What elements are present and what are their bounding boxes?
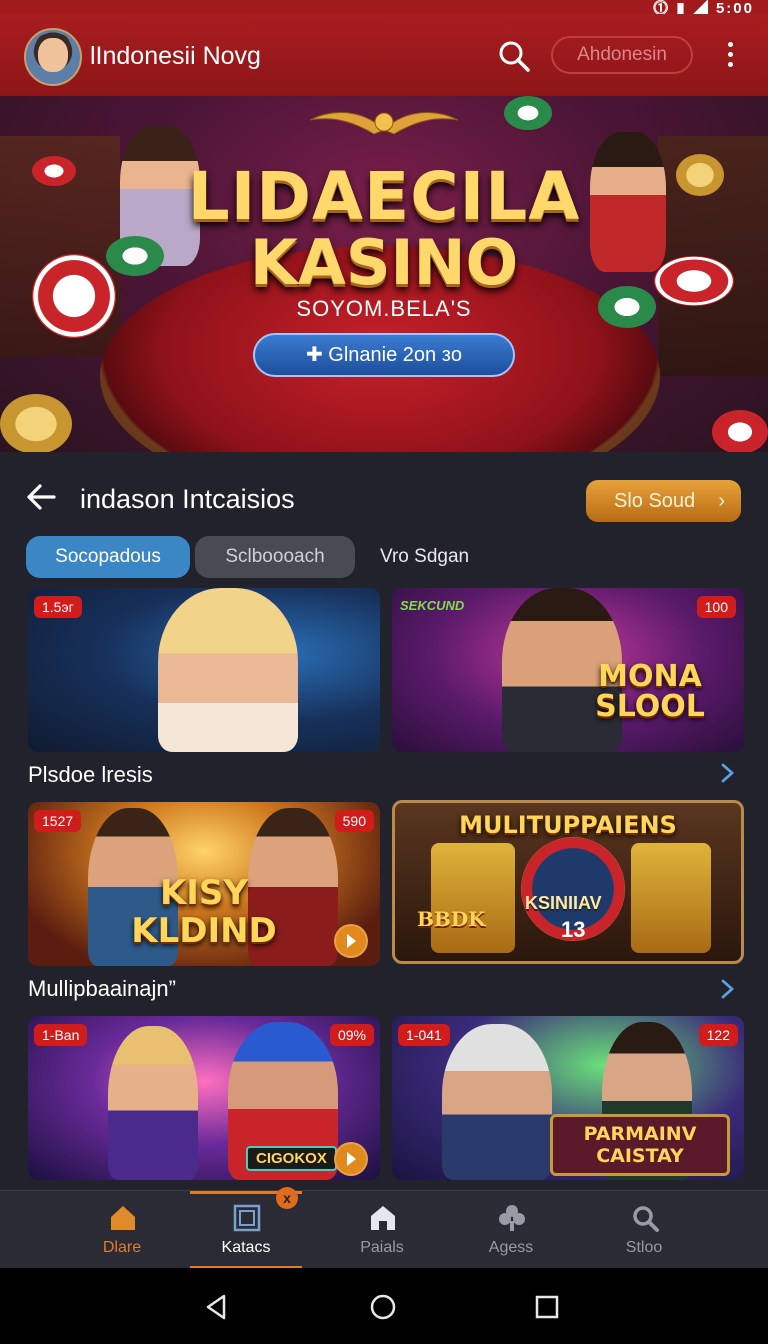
cta-plus-icon: ✚ [305,344,329,366]
nav-label: Dlare [102,1239,142,1256]
chip-image [504,96,552,130]
section-title: indason Intcaisios [80,484,295,514]
game-card[interactable]: 1-041 122 PARMAINV CAISTAY [392,1016,744,1180]
game-card-image [431,843,515,953]
chevron-right-icon[interactable] [716,762,738,784]
chevron-right-icon[interactable] [716,978,738,1000]
card-inner-text: BBDK [417,907,486,931]
nav-item-agess[interactable]: Agess [451,1191,571,1269]
home-circle-icon[interactable] [368,1292,398,1322]
game-card[interactable]: 1.5эг [28,588,380,752]
nav-label: Katacs [221,1239,271,1256]
clover-icon [499,1205,525,1231]
status-bar: ⓵ ▮ ◢ 5:00 [0,0,768,17]
hero-banner[interactable]: LIDAECILA KASINO SOYOM.BELA'S ✚ Glnanie … [0,96,768,452]
tab-sclboooach[interactable]: Sclboooach [195,536,355,578]
section-action-label: Slo Soud [614,490,696,512]
house-icon [371,1206,395,1230]
game-badge: 09% [329,1024,374,1046]
language-button[interactable]: Ahdonesin [551,36,693,74]
row-label: Plsdoe lresis [28,762,153,787]
nav-label: Stloo [625,1239,663,1256]
game-card-image [158,588,298,752]
game-card[interactable]: 1-Ban 09% CIGOKOX [28,1016,380,1180]
game-card-image [442,1024,552,1180]
system-nav-bar [0,1268,768,1344]
game-card-heading: MONA SLOOL [595,659,705,724]
section-header: indason Intcaisios Slo Soud › [0,470,768,530]
hero-cta-label: Glnanie 2on зo [328,344,463,366]
game-badge: 1527 [34,810,82,832]
game-badge: 1-041 [398,1024,450,1046]
game-badge: 100 [696,596,736,618]
tab-socopadous[interactable]: Socopadous [26,536,190,578]
game-badge: 590 [334,810,374,832]
game-card-image [631,843,711,953]
game-card[interactable]: MULITUPPAIENS BBDK KSINIIAV 13 [392,800,744,964]
game-card-heading: MULITUPPAIENS [459,811,677,839]
game-card-heading: CIGOKOX [246,1146,337,1171]
nav-item-stloo[interactable]: Stloo [584,1191,704,1269]
app-bar: lIndonesii Novg Ahdonesin [0,14,768,96]
row-label: Mullipbaainajn” [28,976,176,1001]
chevron-right-icon: › [718,490,725,512]
section-action-button[interactable]: Slo Soud › [586,480,741,522]
card-inner-text: KSINIIAV [525,893,602,913]
search-icon [633,1206,659,1232]
card-tag: SEKCUND [400,598,465,613]
play-icon[interactable] [334,1142,368,1176]
more-vert-icon[interactable] [720,42,740,72]
tab-vro-sdgan[interactable]: Vro Sdgan [380,536,510,578]
game-card[interactable]: SEKCUND 100 MONA SLOOL [392,588,744,752]
hero-title-line2: KASINO [249,226,519,299]
chip-image [712,410,768,452]
game-card[interactable]: 1527 590 KISY KLDIND [28,802,380,966]
nav-badge: x [276,1187,298,1209]
back-triangle-icon[interactable] [202,1292,232,1322]
game-badge: 122 [698,1024,738,1046]
square-icon [233,1204,261,1232]
card-inner-text: 13 [561,917,586,942]
back-arrow-icon[interactable] [24,480,58,514]
bottom-nav: Dlare Katacs x Paials Agess Stloo [0,1187,768,1269]
game-card-heading: KISY KLDIND [131,873,277,951]
home-icon [111,1206,135,1230]
nav-label: Agess [488,1239,534,1256]
recents-square-icon[interactable] [532,1292,562,1322]
nav-label: Paials [360,1239,404,1256]
game-badge: 1.5эг [34,596,82,618]
hero-cta-button[interactable]: ✚ Glnanie 2on зo [253,333,515,377]
app-title: lIndonesii Novg [90,42,261,70]
hero-title-line1: LIDAECILA [187,158,581,235]
nav-item-paials[interactable]: Paials [322,1191,442,1269]
game-card-image [108,1026,198,1180]
chip-image [0,394,72,452]
search-icon[interactable] [496,38,532,74]
game-card-heading: PARMAINV CAISTAY [550,1114,730,1176]
avatar[interactable] [24,28,82,86]
game-badge: 1-Ban [34,1024,88,1046]
hero-subtitle: SOYOM.BELA'S [296,296,472,321]
nav-item-dlare[interactable]: Dlare [62,1191,182,1269]
wings-emblem-icon [309,112,459,135]
play-icon[interactable] [334,924,368,958]
